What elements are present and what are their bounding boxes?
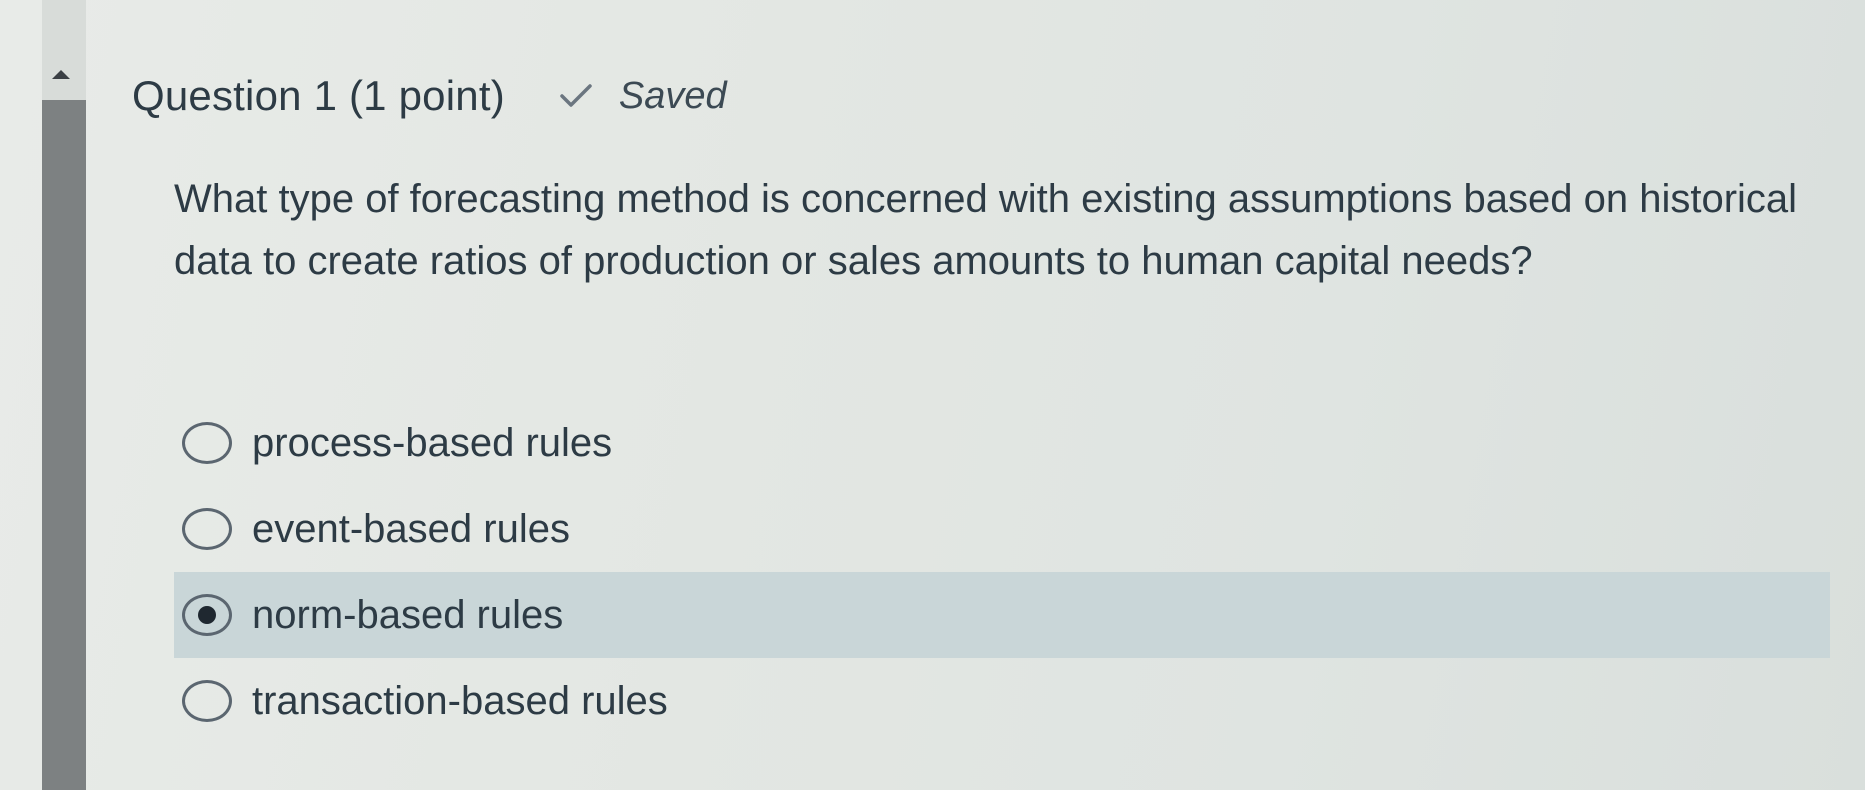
answer-option-event-based[interactable]: event-based rules [174, 486, 1830, 572]
answer-options: process-based rules event-based rules no… [174, 400, 1830, 744]
radio-button[interactable] [182, 508, 232, 550]
radio-button[interactable] [182, 594, 232, 636]
question-text: What type of forecasting method is conce… [174, 177, 1798, 283]
radio-selected-dot [198, 606, 216, 624]
saved-label: Saved [618, 74, 727, 117]
answer-option-process-based[interactable]: process-based rules [174, 400, 1830, 486]
option-label[interactable]: transaction-based rules [252, 679, 668, 724]
scroll-up-arrow-icon[interactable] [52, 70, 70, 79]
option-label[interactable]: process-based rules [252, 421, 612, 466]
check-icon [560, 84, 592, 107]
quiz-page: Question 1 (1 point) Saved What type of … [0, 0, 1865, 790]
radio-button[interactable] [182, 680, 232, 722]
saved-status: Saved [559, 75, 727, 118]
option-label[interactable]: event-based rules [252, 507, 570, 552]
scrollbar-thumb[interactable] [42, 100, 86, 790]
answer-option-transaction-based[interactable]: transaction-based rules [174, 658, 1830, 744]
radio-button[interactable] [182, 422, 232, 464]
option-label[interactable]: norm-based rules [252, 593, 563, 638]
question-title: Question 1 (1 point) [132, 72, 505, 119]
answer-option-norm-based[interactable]: norm-based rules [174, 572, 1830, 658]
question-header: Question 1 (1 point) Saved [132, 72, 727, 120]
